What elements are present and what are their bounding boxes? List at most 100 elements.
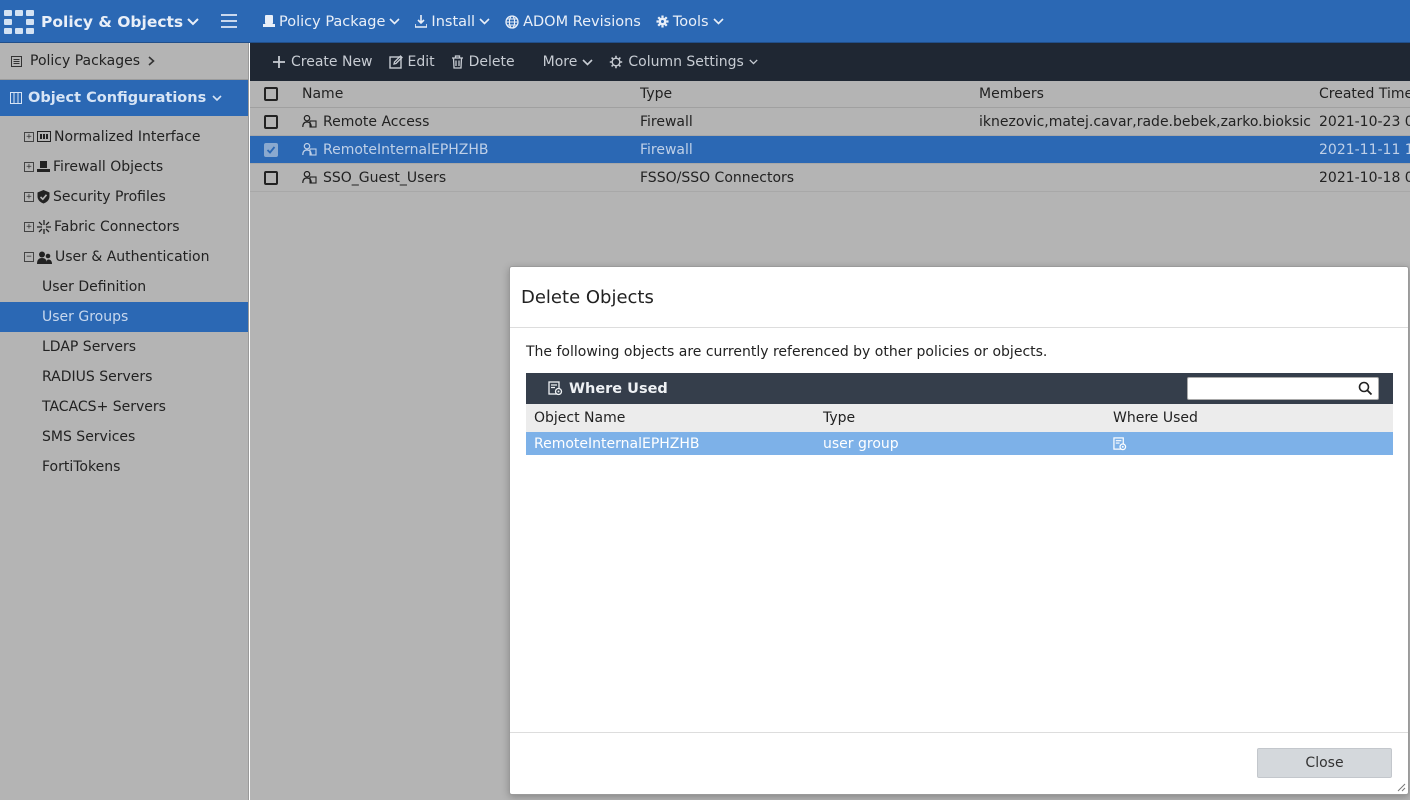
sidebar-item-sms-services[interactable]: SMS Services [0,422,248,452]
tree-item-security-profiles[interactable]: + Security Profiles [0,182,248,212]
dialog-message: The following objects are currently refe… [526,344,1048,360]
expand-icon[interactable]: + [24,132,34,142]
tree-item-label: Firewall Objects [53,159,164,175]
edit-button[interactable]: Edit [388,54,435,70]
more-menu[interactable]: More [543,54,594,70]
type-cell: Firewall [640,141,693,158]
app-switcher[interactable]: Policy & Objects [0,0,249,43]
install-menu[interactable]: Install [415,14,490,30]
chevron-down-icon [479,18,490,25]
more-label: More [542,54,578,70]
gear-icon [610,55,623,69]
delete-label: Delete [468,54,515,70]
column-header-name[interactable]: Name [302,86,343,102]
edit-icon [388,55,403,69]
create-new-label: Create New [291,54,373,70]
row-name: SSO_Guest_Users [323,169,447,186]
sidebar-item-user-definition[interactable]: User Definition [0,272,248,302]
user-group-icon [302,171,317,184]
where-used-cell[interactable] [1113,432,1127,455]
dialog-footer: Close [510,732,1408,794]
select-all-checkbox[interactable] [264,87,278,101]
close-button[interactable]: Close [1257,748,1392,778]
search-icon[interactable] [1358,381,1373,396]
delete-objects-dialog: Delete Objects The following objects are… [509,266,1409,795]
where-used-search-input[interactable] [1187,377,1379,400]
tree-item-label: User & Authentication [55,249,210,265]
column-header-where-used[interactable]: Where Used [1113,404,1198,432]
resize-grip-icon[interactable] [1397,783,1406,792]
chevron-down-icon [389,18,400,25]
toolbar: Create New Edit Delete More Column Setti… [250,43,1410,81]
tree-item-firewall-objects[interactable]: + Firewall Objects [0,152,248,182]
column-header-created-time[interactable]: Created Time [1319,86,1410,102]
tree-item-user-authentication[interactable]: − User & Authentication [0,242,248,272]
where-used-row[interactable]: RemoteInternalEPHZHB user group [526,432,1393,455]
type-cell: FSSO/SSO Connectors [640,169,795,186]
where-used-header: Where Used [526,373,1393,404]
column-settings-menu[interactable]: Column Settings [609,54,758,70]
column-header-members[interactable]: Members [979,86,1044,102]
row-name: Remote Access [323,113,430,130]
created-cell: 2021-11-11 13 [1319,141,1410,158]
collapse-icon[interactable]: − [24,252,34,262]
expand-icon[interactable]: + [24,162,34,172]
sidebar-item-ldap-servers[interactable]: LDAP Servers [0,332,248,362]
gear-icon [656,15,669,28]
object-name-cell: RemoteInternalEPHZHB [534,435,700,452]
chevron-right-icon [148,56,155,66]
row-checkbox[interactable] [264,114,278,129]
column-header-type[interactable]: Type [640,86,672,102]
dialog-title: Delete Objects [510,267,1408,328]
top-menu: Policy Package Install ADOM Revisions To… [263,0,724,43]
plus-icon [273,56,285,68]
delete-button[interactable]: Delete [451,54,515,70]
install-icon [415,15,428,28]
table-row[interactable]: RemoteInternalEPHZHB Firewall 2021-11-11… [250,136,1410,164]
sidebar-item-user-groups[interactable]: User Groups [0,302,248,332]
policy-package-menu[interactable]: Policy Package [263,14,400,30]
sidebar-item-tacacs-servers[interactable]: TACACS+ Servers [0,392,248,422]
interface-icon [37,130,51,142]
tree-item-label: Fabric Connectors [54,219,180,235]
globe-icon [505,14,519,29]
app-title[interactable]: Policy & Objects [41,13,199,31]
created-cell: 2021-10-23 09 [1319,113,1410,130]
column-header-type[interactable]: Type [823,404,855,432]
sidebar-item-policy-packages[interactable]: Policy Packages [0,43,248,80]
expand-icon[interactable]: + [24,192,34,202]
adom-revisions-label: ADOM Revisions [523,13,641,30]
menu-toggle-icon[interactable] [221,14,237,28]
trash-icon [451,55,463,69]
column-settings-label: Column Settings [628,54,744,70]
top-bar: Policy & Objects Policy Package Install … [0,0,1410,43]
column-header-object-name[interactable]: Object Name [534,404,625,432]
user-group-icon [302,115,317,128]
tree-item-label: Normalized Interface [54,129,201,145]
table-row[interactable]: SSO_Guest_Users FSSO/SSO Connectors 2021… [250,164,1410,192]
tools-menu[interactable]: Tools [656,14,724,30]
chevron-down-icon [212,94,222,101]
tree-item-normalized-interface[interactable]: + Normalized Interface [0,122,248,152]
created-cell: 2021-10-18 09 [1319,169,1410,186]
package-list-icon [11,55,22,67]
table-row[interactable]: Remote Access Firewall iknezovic,matej.c… [250,108,1410,136]
where-used-icon [548,381,563,396]
row-checkbox[interactable] [264,170,278,185]
sidebar-item-fortitokens[interactable]: FortiTokens [0,452,248,482]
object-config-icon [10,92,22,104]
table-header: Name Type Members Created Time [250,81,1410,108]
create-new-button[interactable]: Create New [272,54,373,70]
policy-package-label: Policy Package [279,13,386,30]
adom-revisions-menu[interactable]: ADOM Revisions [505,14,641,30]
expand-icon[interactable]: + [24,222,34,232]
sidebar-item-radius-servers[interactable]: RADIUS Servers [0,362,248,392]
row-checkbox[interactable] [264,142,278,157]
sidebar-item-object-configurations[interactable]: Object Configurations [0,80,248,116]
where-used-icon[interactable] [1113,436,1127,451]
sidebar: Policy Packages Object Configurations + … [0,43,249,800]
policy-packages-label: Policy Packages [30,53,141,69]
tree-item-fabric-connectors[interactable]: + Fabric Connectors [0,212,248,242]
type-cell: Firewall [640,113,693,130]
users-icon [37,251,52,264]
